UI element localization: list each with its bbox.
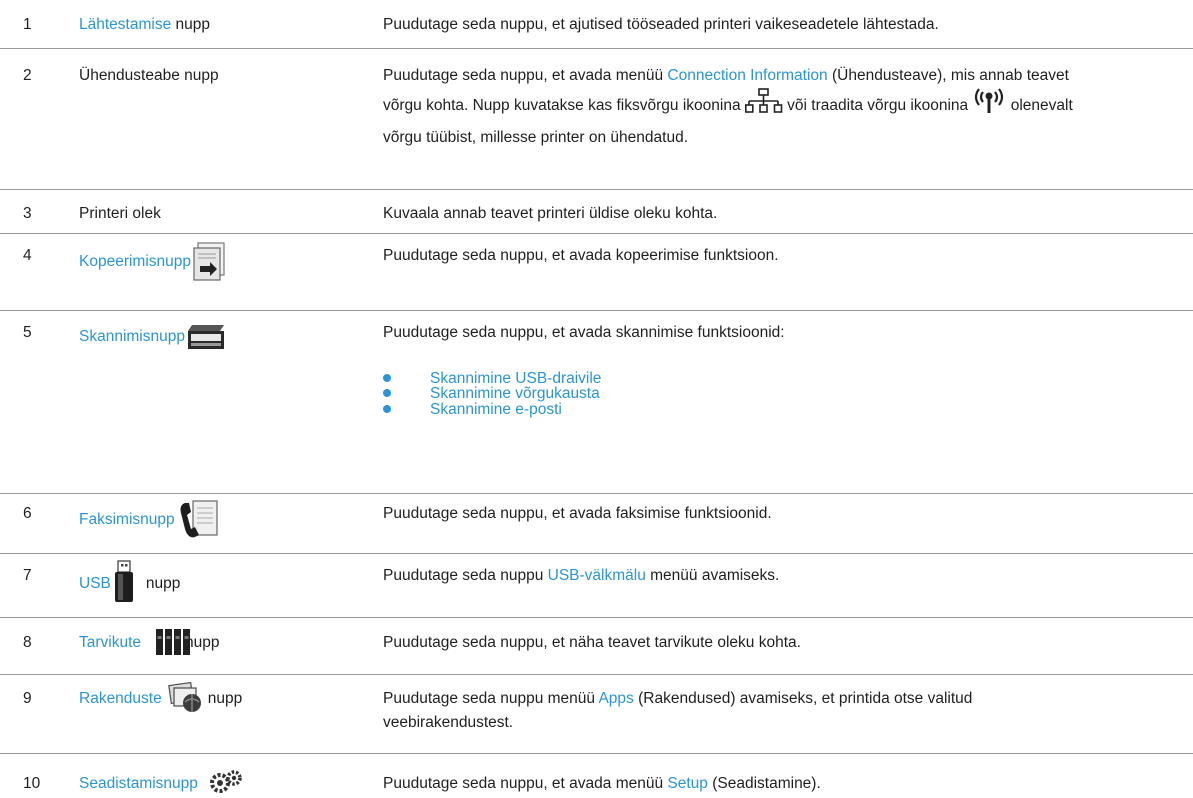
scan-link[interactable]: Skannimisnupp [79, 328, 185, 345]
row-number: 6 [23, 505, 32, 522]
row-name: Ühendusteabe nupp [79, 67, 219, 84]
fax-icon [179, 499, 219, 541]
apps-link[interactable]: Rakenduste [79, 690, 162, 707]
bullet-item[interactable]: Skannimine e-posti [383, 401, 1183, 418]
row-name: Faksimisnupp [79, 512, 175, 528]
row-number: 2 [23, 67, 32, 84]
usb-drive-icon [111, 560, 137, 604]
row-number: 10 [23, 775, 41, 792]
row-description: Puudutage seda nuppu, et avada skannimis… [383, 325, 1183, 417]
row-name: Lähtestamise nupp [79, 16, 210, 33]
row-name: Kopeerimisnupp [79, 254, 191, 270]
copy-link[interactable]: Kopeerimisnupp [79, 253, 191, 270]
apps-icon [168, 682, 204, 714]
row-description: Puudutage seda nuppu, et avada menüü Con… [383, 67, 1073, 146]
wireless-network-icon [972, 86, 1006, 114]
table-row: 2 Ühendusteabe nupp Puudutage seda nuppu… [0, 48, 1193, 190]
row-name: Tarvikute nupp [79, 634, 220, 651]
row-name: Skannimisnupp [79, 329, 185, 345]
table-row: 3 Printeri olek Kuvaala annab teavet pri… [0, 189, 1193, 234]
reset-link[interactable]: Lähtestamise [79, 16, 171, 33]
bullet-list: Skannimine USB-draivile Skannimine võrgu… [383, 370, 1183, 418]
usb-flash-link[interactable]: USB-välkmälu [548, 567, 646, 584]
table-row: 8 Tarvikute nupp Puudutage seda nuppu, et… [0, 617, 1193, 675]
row-description: Puudutage seda nuppu, et näha teavet tar… [383, 634, 801, 651]
row-number: 8 [23, 634, 32, 651]
wired-network-icon [744, 87, 783, 114]
row-description: Puudutage seda nuppu, et avada kopeerimi… [383, 247, 779, 264]
row-number: 9 [23, 690, 32, 707]
row-description: Kuvaala annab teavet printeri üldise ole… [383, 205, 718, 222]
table-row: 4 Kopeerimisnupp Puudutage seda nuppu, e… [0, 233, 1193, 311]
table-row: 1 Lähtestamise nupp Puudutage seda nuppu… [0, 0, 1193, 48]
row-name: Seadistamisnupp [79, 776, 198, 792]
usb-link[interactable]: USB [79, 575, 111, 592]
row-number: 7 [23, 567, 32, 584]
row-description: Puudutage seda nuppu USB-välkmälu menüü … [383, 567, 780, 584]
supplies-icon [155, 628, 193, 656]
copy-icon [192, 242, 230, 282]
connection-information-link[interactable]: Connection Information [667, 67, 827, 84]
row-name: Printeri olek [79, 205, 161, 222]
row-number: 1 [23, 16, 32, 33]
row-description: Puudutage seda nuppu, et ajutised töösea… [383, 16, 939, 33]
table-row: 7 USB nupp Puudutage seda nuppu USB-välkm… [0, 553, 1193, 618]
row-description: Puudutage seda nuppu menüü Apps (Rakendu… [383, 690, 973, 731]
table-row: 5 Skannimisnupp Puudutage seda nuppu, et… [0, 310, 1193, 494]
table-row: 6 Faksimisnupp Puudutage seda nuppu, et … [0, 493, 1193, 554]
row-description: Puudutage seda nuppu, et avada menüü Set… [383, 775, 821, 792]
bullet-item[interactable]: Skannimine võrgukausta [383, 386, 1183, 402]
row-name: Rakenduste nupp [79, 690, 243, 707]
table-row: 10 Seadistamisnupp Puudutage seda nuppu,… [0, 753, 1193, 798]
bullet-item[interactable]: Skannimine USB-draivile [383, 370, 1183, 387]
supplies-link[interactable]: Tarvikute [79, 634, 141, 651]
row-number: 3 [23, 205, 32, 222]
apps-menu-link[interactable]: Apps [598, 690, 633, 707]
gears-icon [209, 768, 243, 794]
setup-menu-link[interactable]: Setup [667, 775, 708, 792]
fax-link[interactable]: Faksimisnupp [79, 511, 175, 528]
table-row: 9 Rakenduste nupp Puudutage seda nuppu me… [0, 674, 1193, 754]
scanner-icon [186, 321, 226, 351]
row-number: 5 [23, 324, 32, 341]
row-description: Puudutage seda nuppu, et avada faksimise… [383, 505, 772, 522]
setup-link[interactable]: Seadistamisnupp [79, 775, 198, 792]
row-number: 4 [23, 247, 32, 264]
